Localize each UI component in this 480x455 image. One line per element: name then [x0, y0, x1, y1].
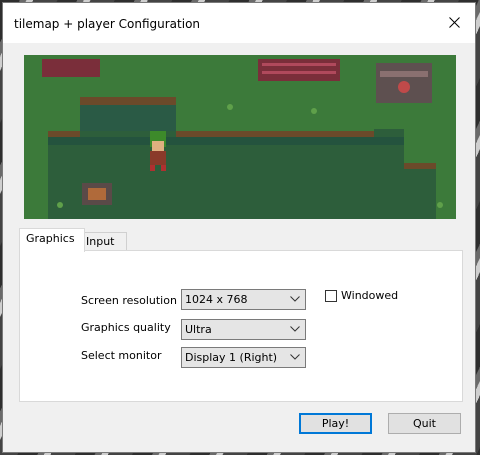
windowed-label: Windowed	[341, 289, 399, 302]
screen-resolution-select[interactable]: 1024 x 768	[181, 289, 306, 310]
graphics-quality-value: Ultra	[185, 323, 212, 336]
config-window: tilemap + player Configuration Graphics …	[2, 2, 476, 453]
title-bar[interactable]: tilemap + player Configuration	[3, 3, 475, 43]
game-preview-banner	[24, 55, 456, 219]
chevron-down-icon	[290, 354, 300, 360]
window-title: tilemap + player Configuration	[14, 17, 201, 31]
chevron-down-icon	[290, 326, 300, 332]
screen-resolution-value: 1024 x 768	[185, 293, 248, 306]
select-monitor-label: Select monitor	[81, 349, 162, 362]
select-monitor-value: Display 1 (Right)	[185, 351, 278, 364]
chevron-down-icon	[290, 296, 300, 302]
screen-resolution-label: Screen resolution	[81, 294, 177, 307]
close-button[interactable]	[435, 3, 475, 43]
play-button[interactable]: Play!	[299, 413, 372, 434]
tab-input[interactable]: Input	[79, 232, 127, 251]
tab-graphics[interactable]: Graphics	[19, 228, 85, 252]
graphics-quality-select[interactable]: Ultra	[181, 319, 306, 340]
close-icon	[449, 17, 460, 28]
quit-button[interactable]: Quit	[388, 413, 461, 434]
windowed-checkbox[interactable]	[325, 290, 337, 302]
graphics-panel: Screen resolution 1024 x 768 Graphics qu…	[19, 250, 463, 402]
select-monitor-select[interactable]: Display 1 (Right)	[181, 347, 306, 368]
graphics-quality-label: Graphics quality	[81, 321, 171, 334]
